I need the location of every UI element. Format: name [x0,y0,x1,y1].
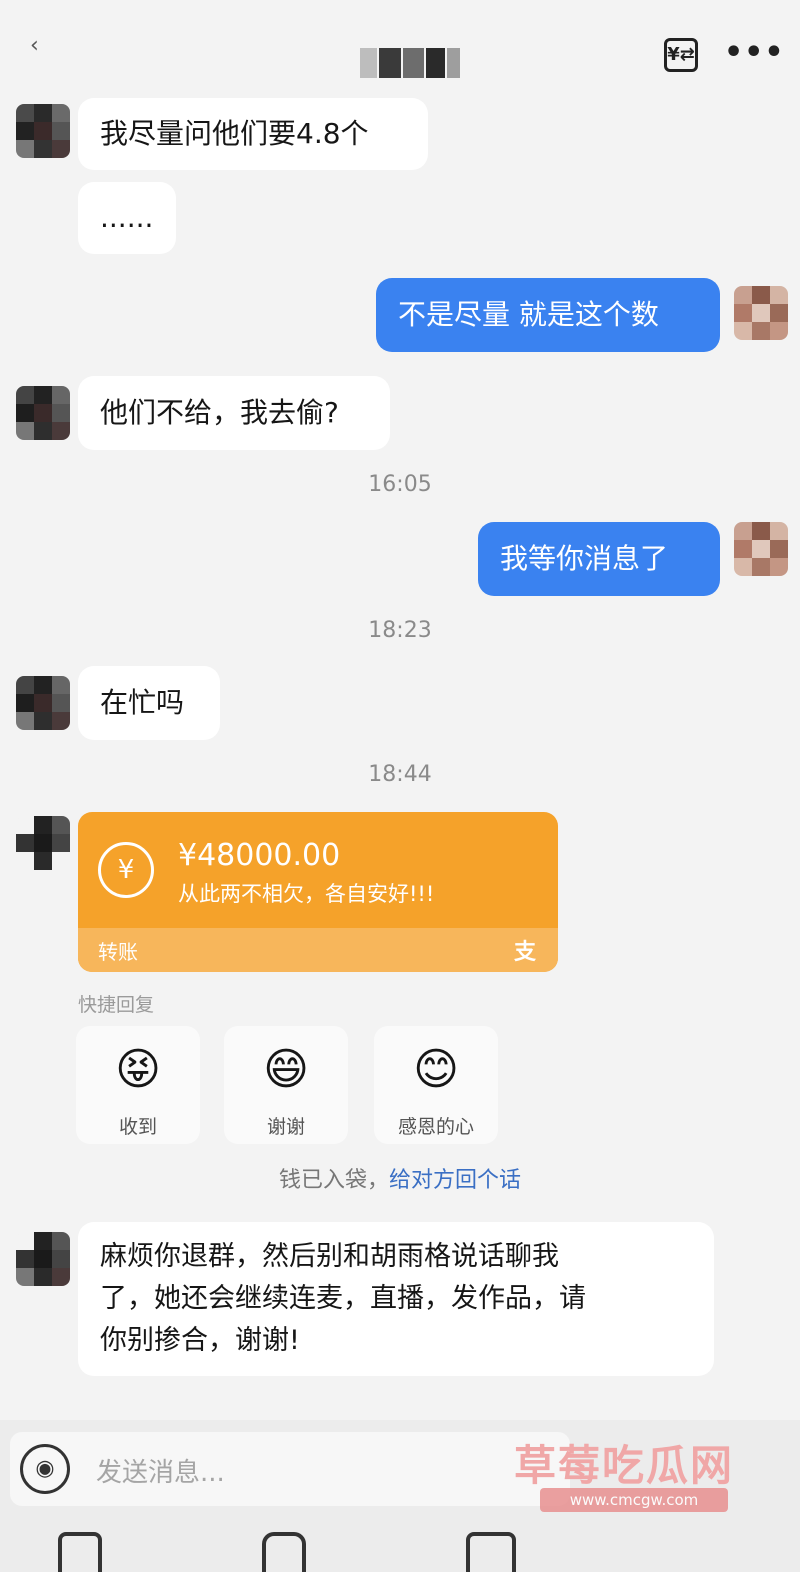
video-icon[interactable] [466,1532,516,1572]
image-icon[interactable] [58,1532,102,1572]
system-tip: 钱已入袋，给对方回个话 [0,1162,800,1194]
transfer-settings-icon[interactable]: ¥⇄ [664,38,698,72]
watermark-logo: 草莓吃瓜网 [514,1441,735,1490]
message-bubble-incoming[interactable]: 我尽量问他们要4.8个 [78,98,428,170]
chat-title-blurred [360,48,460,78]
message-input[interactable] [10,1432,570,1506]
back-icon[interactable]: ‹ [30,35,50,57]
voice-icon[interactable]: ◉ [20,1444,70,1494]
timestamp: 18:23 [368,618,432,643]
message-bubble-outgoing[interactable]: 不是尽量 就是这个数 [376,278,720,352]
input-placeholder: 发送消息... [96,1458,225,1488]
contact-avatar[interactable] [16,386,70,440]
transfer-memo: 从此两不相欠，各自安好!!! [178,882,435,906]
camera-icon[interactable] [262,1532,306,1572]
transfer-amount: ¥48000.00 [178,838,341,873]
contact-avatar[interactable] [16,676,70,730]
quick-reply-label: 感恩的心 [397,1116,474,1138]
message-line: 了，她还会继续连麦，直播，发作品，请 [100,1283,586,1314]
more-options-icon[interactable]: ••• [724,38,784,68]
message-bubble-incoming[interactable]: 他们不给，我去偷? [78,376,390,450]
timestamp: 16:05 [368,472,432,497]
watermark-url: www.cmcgw.com [540,1488,728,1512]
quick-reply-option[interactable]: 😝 收到 [76,1026,200,1144]
contact-avatar[interactable] [16,816,70,870]
my-avatar[interactable] [734,522,788,576]
quick-reply-label: 收到 [118,1116,157,1138]
quick-reply-title: 快捷回复 [78,994,155,1016]
reply-link[interactable]: 给对方回个话 [389,1168,521,1193]
tip-text: 钱已入袋， [278,1168,389,1193]
message-line: 麻烦你退群，然后别和胡雨格说话聊我 [100,1241,559,1272]
transfer-label: 转账 [98,940,138,964]
message-bubble-incoming[interactable]: ...... [78,182,176,254]
contact-avatar[interactable] [16,1232,70,1286]
transfer-card[interactable]: ¥ ¥48000.00 从此两不相欠，各自安好!!! 转账 支 [78,812,558,972]
quick-reply-option[interactable]: 😄 谢谢 [224,1026,348,1144]
message-bubble-outgoing[interactable]: 我等你消息了 [478,522,720,596]
grinning-face-icon: 😄 [263,1044,309,1095]
timestamp: 18:44 [368,762,432,787]
quick-reply-option[interactable]: 😊 感恩的心 [374,1026,498,1144]
alipay-icon: 支 [514,940,537,965]
message-line: 你别掺合，谢谢! [100,1325,300,1356]
transfer-footer [78,928,558,972]
transfer-coin-icon: ¥ [98,842,154,898]
contact-avatar[interactable] [16,104,70,158]
my-avatar[interactable] [734,286,788,340]
message-bubble-incoming[interactable]: 麻烦你退群，然后别和胡雨格说话聊我 了，她还会继续连麦，直播，发作品，请 你别掺… [78,1222,714,1376]
quick-reply-label: 谢谢 [266,1116,305,1138]
grateful-face-icon: 😊 [413,1044,459,1095]
laughing-face-icon: 😝 [115,1044,161,1095]
message-bubble-incoming[interactable]: 在忙吗 [78,666,220,740]
